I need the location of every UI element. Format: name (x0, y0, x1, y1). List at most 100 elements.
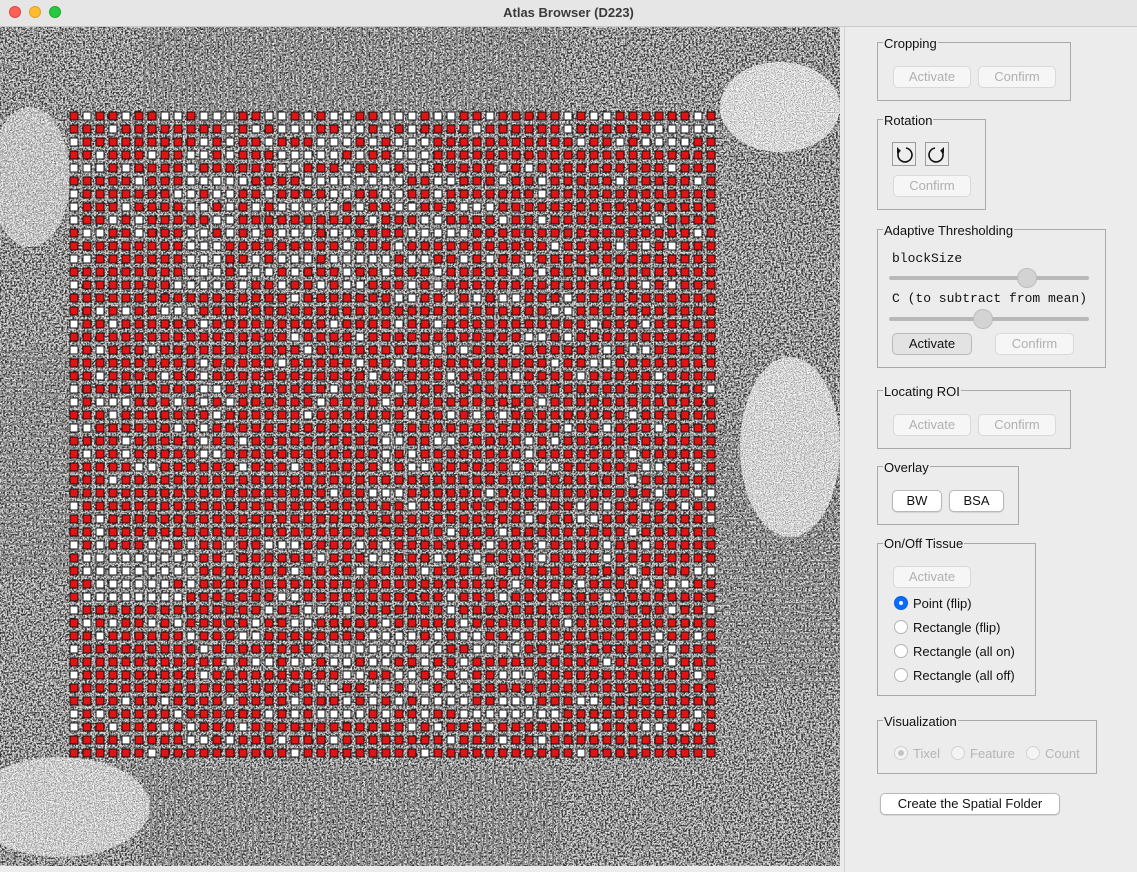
tixel[interactable] (381, 124, 391, 134)
tixel[interactable] (407, 579, 417, 589)
tixel[interactable] (459, 540, 469, 550)
tixel[interactable] (628, 475, 638, 485)
tixel[interactable] (459, 176, 469, 186)
tixel[interactable] (641, 579, 651, 589)
tixel[interactable] (147, 111, 157, 121)
tixel[interactable] (277, 722, 287, 732)
tixel[interactable] (589, 202, 599, 212)
tixel[interactable] (706, 319, 716, 329)
tixel[interactable] (303, 566, 313, 576)
tixel[interactable] (550, 358, 560, 368)
tixel[interactable] (446, 358, 456, 368)
tixel[interactable] (277, 605, 287, 615)
tixel[interactable] (251, 683, 261, 693)
tixel[interactable] (420, 644, 430, 654)
tixel[interactable] (329, 566, 339, 576)
tixel[interactable] (173, 566, 183, 576)
tixel[interactable] (667, 488, 677, 498)
tixel[interactable] (459, 423, 469, 433)
tixel[interactable] (251, 397, 261, 407)
tixel[interactable] (498, 163, 508, 173)
tixel[interactable] (290, 228, 300, 238)
tixel[interactable] (199, 475, 209, 485)
tixel[interactable] (290, 683, 300, 693)
tixel[interactable] (563, 488, 573, 498)
tixel[interactable] (537, 527, 547, 537)
tixel[interactable] (615, 371, 625, 381)
tixel[interactable] (433, 540, 443, 550)
radio-rectangle-all-on[interactable] (894, 644, 908, 658)
tixel[interactable] (459, 345, 469, 355)
tixel[interactable] (225, 657, 235, 667)
tixel[interactable] (615, 683, 625, 693)
tixel[interactable] (316, 462, 326, 472)
tixel[interactable] (680, 709, 690, 719)
tixel[interactable] (706, 397, 716, 407)
tixel[interactable] (381, 202, 391, 212)
tixel[interactable] (407, 306, 417, 316)
tixel[interactable] (602, 150, 612, 160)
tixel[interactable] (602, 631, 612, 641)
tixel[interactable] (407, 696, 417, 706)
tixel[interactable] (342, 449, 352, 459)
tixel[interactable] (394, 189, 404, 199)
tixel[interactable] (706, 514, 716, 524)
tixel[interactable] (472, 722, 482, 732)
radio-label-rectangle-all-on[interactable]: Rectangle (all on) (913, 644, 1015, 659)
tixel[interactable] (303, 111, 313, 121)
tixel[interactable] (82, 527, 92, 537)
tixel[interactable] (225, 475, 235, 485)
tixel[interactable] (290, 111, 300, 121)
tixel[interactable] (238, 228, 248, 238)
tixel[interactable] (355, 306, 365, 316)
tixel[interactable] (173, 657, 183, 667)
tixel[interactable] (69, 111, 79, 121)
tixel[interactable] (563, 657, 573, 667)
tixel[interactable] (329, 553, 339, 563)
tixel[interactable] (680, 683, 690, 693)
tixel[interactable] (225, 137, 235, 147)
tixel[interactable] (108, 124, 118, 134)
tixel[interactable] (589, 579, 599, 589)
tixel[interactable] (368, 280, 378, 290)
tixel[interactable] (589, 657, 599, 667)
tixel[interactable] (329, 449, 339, 459)
tixel[interactable] (238, 345, 248, 355)
tixel[interactable] (329, 631, 339, 641)
tixel[interactable] (654, 215, 664, 225)
tixel[interactable] (108, 579, 118, 589)
tixel[interactable] (485, 319, 495, 329)
tixel[interactable] (121, 462, 131, 472)
tixel[interactable] (264, 644, 274, 654)
tixel[interactable] (212, 514, 222, 524)
tixel[interactable] (641, 410, 651, 420)
tixel[interactable] (147, 709, 157, 719)
tixel[interactable] (277, 423, 287, 433)
tixel[interactable] (550, 293, 560, 303)
tixel[interactable] (355, 371, 365, 381)
tixel[interactable] (238, 618, 248, 628)
tixel[interactable] (394, 436, 404, 446)
tixel[interactable] (394, 488, 404, 498)
tixel[interactable] (693, 527, 703, 537)
tixel[interactable] (420, 215, 430, 225)
blocksize-slider-track[interactable] (889, 276, 1089, 280)
tixel[interactable] (134, 436, 144, 446)
tixel[interactable] (82, 293, 92, 303)
tixel[interactable] (654, 501, 664, 511)
tixel[interactable] (576, 683, 586, 693)
tixel[interactable] (238, 202, 248, 212)
tixel[interactable] (641, 592, 651, 602)
tixel[interactable] (303, 436, 313, 446)
tixel[interactable] (407, 371, 417, 381)
tixel[interactable] (485, 748, 495, 758)
tixel[interactable] (459, 150, 469, 160)
tixel[interactable] (186, 462, 196, 472)
tixel[interactable] (550, 696, 560, 706)
tixel[interactable] (95, 475, 105, 485)
tixel[interactable] (498, 254, 508, 264)
tixel[interactable] (420, 566, 430, 576)
tixel[interactable] (199, 176, 209, 186)
tixel[interactable] (537, 449, 547, 459)
tixel[interactable] (550, 579, 560, 589)
